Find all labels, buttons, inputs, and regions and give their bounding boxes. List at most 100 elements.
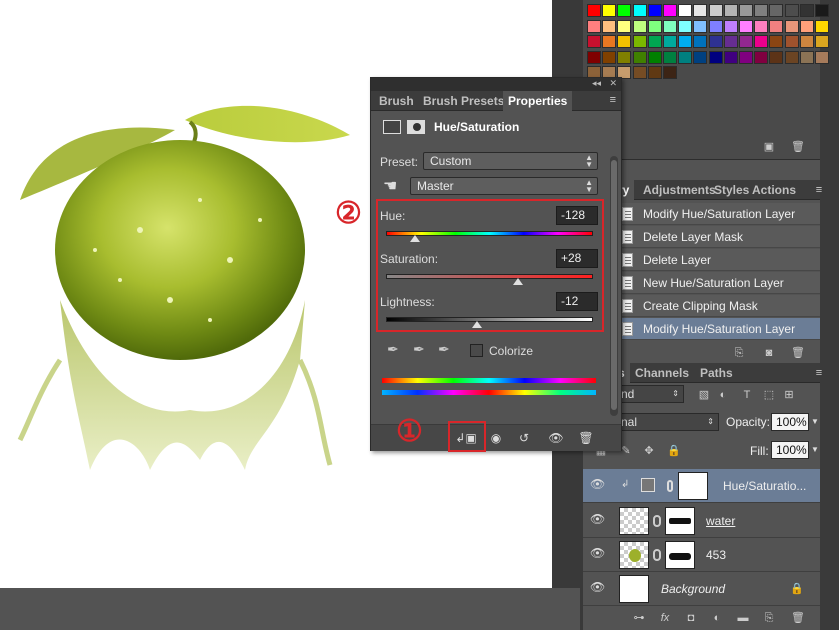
history-item[interactable]: Delete Layer	[615, 249, 820, 271]
color-swatch[interactable]	[647, 35, 662, 48]
layer-thumbnail[interactable]	[619, 507, 649, 535]
collapse-icon[interactable]: ◂◂	[592, 78, 601, 89]
trash-icon[interactable]: 🗑	[791, 347, 805, 359]
panel-menu-icon[interactable]: ≡	[610, 94, 616, 106]
color-swatch[interactable]	[663, 50, 677, 64]
tab-actions[interactable]: Actions	[747, 180, 801, 200]
link-icon[interactable]	[653, 515, 661, 527]
right-scrollbar-strip[interactable]	[820, 0, 839, 630]
eyedropper-minus-icon[interactable]: ✒	[438, 341, 450, 358]
mask-thumbnail[interactable]	[678, 472, 708, 500]
move-lock-icon[interactable]: ✥	[643, 445, 655, 457]
layer-thumbnail[interactable]	[619, 575, 649, 603]
tab-brush-presets[interactable]: Brush Presets	[418, 91, 509, 111]
visibility-icon[interactable]: 👁	[590, 581, 605, 593]
color-swatch[interactable]	[708, 35, 723, 48]
color-swatch[interactable]	[647, 66, 662, 79]
color-swatch[interactable]	[663, 35, 677, 48]
visibility-icon[interactable]: 👁	[590, 513, 605, 525]
color-swatch[interactable]	[617, 4, 632, 17]
color-swatch[interactable]	[678, 35, 693, 48]
mask-thumbnail[interactable]	[665, 507, 695, 535]
color-swatch[interactable]	[693, 50, 708, 64]
color-swatch[interactable]	[663, 66, 677, 79]
color-swatch[interactable]	[754, 4, 769, 17]
history-item[interactable]: Create Clipping Mask	[615, 295, 820, 317]
eyedropper-icon[interactable]: ✒	[387, 341, 399, 358]
trash-icon[interactable]: 🗑	[791, 141, 805, 153]
color-swatch[interactable]	[799, 50, 814, 64]
color-swatch[interactable]	[602, 35, 617, 48]
filter-kind-select[interactable]: nd ⇕	[616, 385, 684, 403]
color-swatch[interactable]	[678, 4, 693, 17]
tab-channels[interactable]: Channels	[630, 363, 694, 383]
mask-icon[interactable]	[407, 120, 425, 134]
color-swatch[interactable]	[769, 19, 784, 33]
adjustment-icon[interactable]	[383, 120, 401, 134]
color-swatch[interactable]	[784, 19, 799, 33]
color-swatch[interactable]	[617, 50, 632, 64]
link-icon[interactable]	[667, 480, 673, 492]
tab-paths[interactable]: Paths	[695, 363, 738, 383]
color-swatch[interactable]	[754, 19, 769, 33]
link-icon[interactable]: ⊶	[633, 612, 645, 624]
image-filter-icon[interactable]: ▧	[698, 389, 710, 401]
color-swatch[interactable]	[723, 35, 738, 48]
layer-thumbnail[interactable]	[619, 541, 649, 569]
history-item[interactable]: Modify Hue/Saturation Layer	[615, 318, 820, 340]
smart-filter-icon[interactable]: ⊞	[783, 389, 795, 401]
trash-icon[interactable]: 🗑	[574, 429, 598, 447]
trash-icon[interactable]: 🗑	[791, 612, 805, 624]
new-layer-icon[interactable]: ⎘	[763, 612, 775, 624]
visibility-icon[interactable]: 👁	[590, 478, 605, 490]
shape-filter-icon[interactable]: ⬚	[763, 389, 775, 401]
color-swatch[interactable]	[678, 50, 693, 64]
lock-icon[interactable]: 🔒	[667, 445, 681, 457]
layer-row[interactable]: 👁 ↲ Hue/Saturatio...	[583, 469, 820, 503]
color-swatch[interactable]	[739, 19, 753, 33]
color-swatch[interactable]	[602, 4, 617, 17]
blend-mode-select[interactable]: nal ⇕	[616, 413, 719, 431]
view-previous-icon[interactable]: ◉	[484, 429, 508, 447]
color-swatch[interactable]	[708, 50, 723, 64]
type-filter-icon[interactable]: T	[741, 389, 753, 401]
reset-icon[interactable]: ↺	[512, 429, 536, 447]
color-swatch[interactable]	[587, 19, 601, 33]
color-swatch[interactable]	[647, 4, 662, 17]
color-swatch[interactable]	[769, 35, 784, 48]
color-swatch[interactable]	[587, 50, 601, 64]
color-swatch[interactable]	[799, 19, 814, 33]
color-swatch[interactable]	[632, 4, 647, 17]
new-document-icon[interactable]: ⎘	[733, 347, 745, 359]
color-swatch[interactable]	[632, 50, 647, 64]
color-swatch[interactable]	[784, 50, 799, 64]
color-swatch[interactable]	[602, 50, 617, 64]
color-swatch[interactable]	[632, 19, 647, 33]
color-swatch[interactable]	[632, 35, 647, 48]
layer-row[interactable]: 👁 Background 🔒	[583, 572, 820, 606]
visibility-icon[interactable]: 👁	[590, 547, 605, 559]
color-swatch[interactable]	[815, 4, 829, 17]
color-swatch[interactable]	[769, 50, 784, 64]
camera-icon[interactable]: ◙	[763, 347, 775, 359]
folder-icon[interactable]: ▬	[737, 612, 749, 624]
color-swatch[interactable]	[587, 4, 601, 17]
color-swatch[interactable]	[693, 4, 708, 17]
tab-brush[interactable]: Brush	[374, 91, 419, 111]
chevron-down-icon[interactable]: ▼	[811, 445, 819, 454]
color-swatch[interactable]	[815, 35, 829, 48]
mask-icon[interactable]: ◘	[685, 612, 697, 624]
color-swatch[interactable]	[647, 50, 662, 64]
color-swatch[interactable]	[663, 19, 677, 33]
new-swatch-icon[interactable]: ▣	[763, 141, 775, 153]
chevron-down-icon[interactable]: ▼	[811, 417, 819, 426]
color-swatch[interactable]	[739, 4, 753, 17]
fx-icon[interactable]: fx	[659, 612, 671, 624]
eyedropper-plus-icon[interactable]: ✒	[413, 341, 425, 358]
color-swatch[interactable]	[632, 66, 647, 79]
color-swatch[interactable]	[754, 35, 769, 48]
color-swatch[interactable]	[723, 50, 738, 64]
color-swatch[interactable]	[663, 4, 677, 17]
panel-titlebar[interactable]: ◂◂ ✕	[371, 78, 621, 91]
color-swatch[interactable]	[647, 19, 662, 33]
